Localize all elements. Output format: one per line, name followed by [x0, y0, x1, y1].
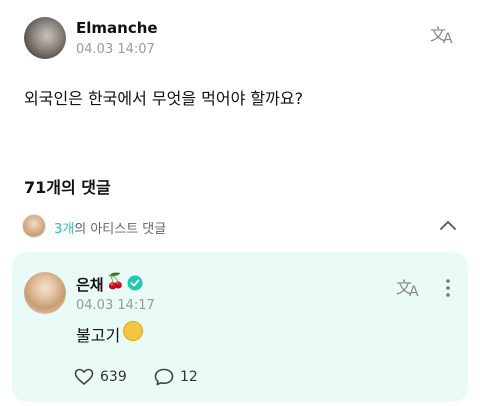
author-avatar[interactable] — [24, 17, 66, 59]
svg-text:A: A — [409, 284, 419, 298]
artist-comments-text: 의 아티스트 댓글 — [74, 222, 167, 237]
like-count: 639 — [100, 369, 127, 385]
post-body: 외국인은 한국에서 무엇을 먹어야 할까요? — [24, 89, 304, 108]
post-date: 04.03 14:07 — [76, 42, 155, 57]
translate-icon: 文 A — [430, 25, 453, 47]
artist-avatar[interactable] — [24, 272, 66, 314]
reply-count: 12 — [180, 369, 198, 385]
artist-comments-toggle[interactable]: 3개의 아티스트 댓글 — [22, 210, 460, 242]
artist-mini-avatar — [22, 214, 46, 238]
artist-comments-label: 3개의 아티스트 댓글 — [54, 218, 166, 237]
comments-count-title: 71개의 댓글 — [24, 178, 111, 197]
chevron-up-icon[interactable] — [438, 216, 458, 236]
post-header: Elmanche 04.03 14:07 文 A — [24, 17, 460, 61]
shushing-face-emoji — [123, 321, 143, 341]
more-vertical-icon[interactable] — [440, 278, 456, 298]
verified-badge-icon — [127, 275, 143, 291]
cherry-icon: 🍒 — [106, 272, 125, 290]
translate-button[interactable]: 文 A — [430, 23, 456, 47]
translate-icon: 文 A — [396, 278, 419, 300]
comment-text: 불고기 — [76, 326, 121, 345]
artist-name[interactable]: 은채 — [76, 274, 104, 295]
comment-translate-button[interactable]: 文 A — [396, 276, 422, 300]
comment-icon — [154, 368, 174, 386]
post-author[interactable]: Elmanche — [76, 19, 158, 37]
like-button[interactable]: 639 — [74, 366, 138, 388]
reply-button[interactable]: 12 — [154, 366, 198, 388]
artist-comments-count: 3개 — [54, 222, 75, 237]
artist-comment-card: 은채 🍒 04.03 14:17 文 A 불고기 639 12 — [12, 252, 468, 402]
comment-date: 04.03 14:17 — [76, 298, 155, 313]
svg-text:A: A — [443, 31, 453, 45]
like-icon — [74, 368, 94, 385]
